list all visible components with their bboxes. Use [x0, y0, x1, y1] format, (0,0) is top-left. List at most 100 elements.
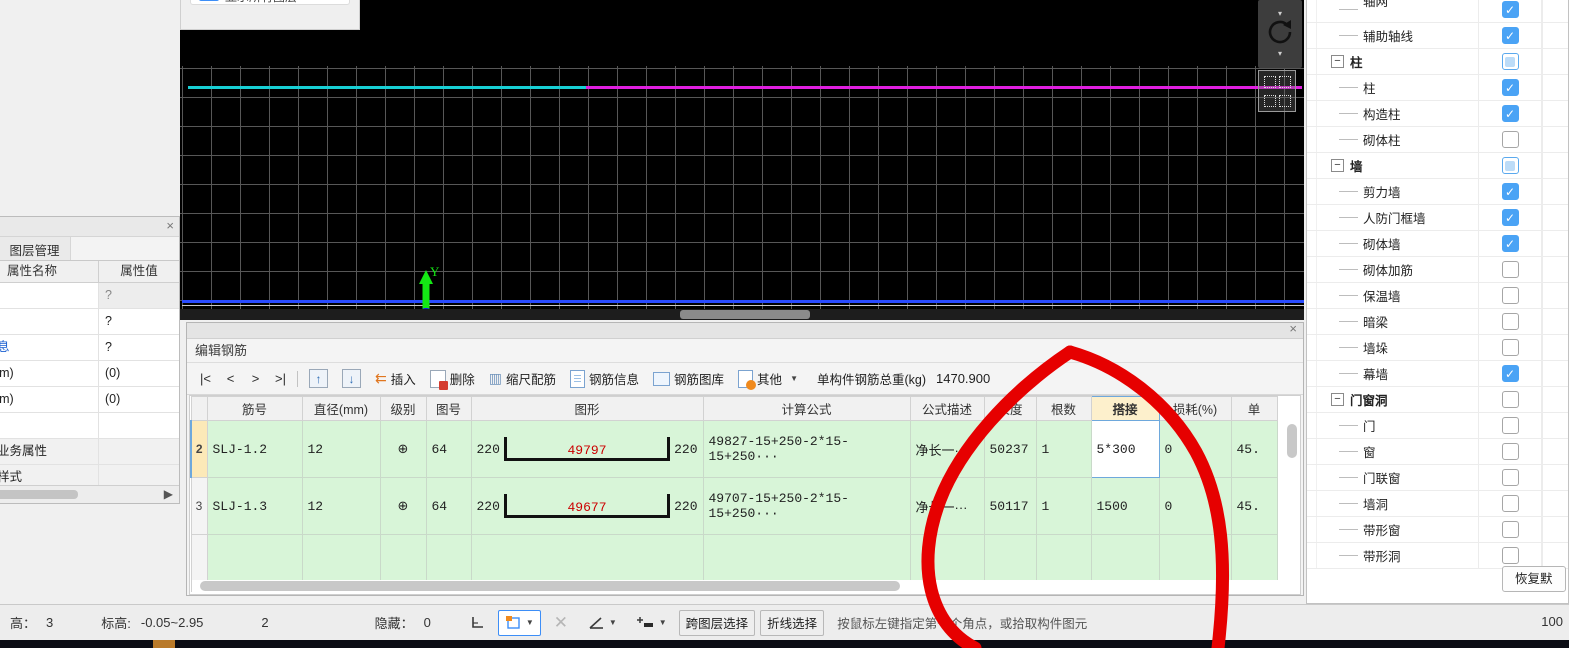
tree-row-item[interactable]: 墙洞: [1307, 491, 1568, 517]
property-row[interactable]: 折(mm) (0): [0, 387, 179, 413]
cell-unit[interactable]: 45.: [1230, 420, 1278, 478]
angle-icon[interactable]: ▼: [581, 610, 624, 636]
canvas-horizontal-scrollbar[interactable]: [180, 309, 1304, 320]
chevron-down-icon[interactable]: ▾: [1278, 50, 1282, 58]
checkbox-off[interactable]: [1501, 339, 1519, 356]
property-value[interactable]: ?: [99, 335, 179, 360]
property-row[interactable]: 注: [0, 413, 179, 439]
checkbox-off[interactable]: [1501, 443, 1519, 460]
column-formula-desc[interactable]: 公式描述: [909, 396, 985, 421]
polyline-select-button[interactable]: 折线选择: [760, 609, 825, 636]
scrollbar-thumb[interactable]: [200, 581, 900, 591]
column-length[interactable]: 长度: [983, 396, 1037, 421]
table-horizontal-scrollbar[interactable]: [192, 580, 1286, 592]
table-row[interactable]: 2 SLJ-1.2 12 ⊕ 64 220 49797 220 49827-15…: [190, 420, 1278, 478]
cell-shape[interactable]: 220 49797 220: [470, 420, 704, 478]
tab-layer-management[interactable]: 图层管理: [0, 237, 71, 260]
cell-formula-desc[interactable]: 净长一···: [909, 477, 985, 535]
checkbox-on[interactable]: ✓: [1501, 105, 1519, 122]
cell-diameter[interactable]: 12: [301, 477, 381, 535]
chevron-right-icon[interactable]: ▶: [164, 487, 173, 501]
cell-lap-input[interactable]: 5*300: [1090, 420, 1160, 478]
edit-rebar-dialog[interactable]: × 编辑钢筋 |< < > >| ↑ ↓ ⇇ 插入 删除 ▥ 缩尺配筋 钢筋信息…: [186, 321, 1304, 596]
checkbox-off[interactable]: [1501, 495, 1519, 512]
layer-visibility-popup[interactable]: 显示所有图层: [180, 0, 360, 30]
cell-grade[interactable]: ⊕: [379, 477, 427, 535]
tree-row-item[interactable]: 墙垛: [1307, 335, 1568, 361]
tree-row-item[interactable]: 窗: [1307, 439, 1568, 465]
move-down-button[interactable]: ↓: [335, 369, 368, 388]
column-diameter[interactable]: 直径(mm): [301, 396, 381, 421]
property-value[interactable]: ?: [99, 283, 179, 308]
tree-row-item[interactable]: 带形窗: [1307, 517, 1568, 543]
rebar-library-button[interactable]: 钢筋图库: [646, 369, 731, 388]
property-row[interactable]: 次 ?: [0, 283, 179, 309]
checkbox-off[interactable]: [1501, 261, 1519, 278]
collapse-icon[interactable]: −: [1331, 55, 1344, 68]
checkbox-off[interactable]: [1501, 417, 1519, 434]
tree-row-item[interactable]: 暗梁: [1307, 309, 1568, 335]
tree-checkbox-cell[interactable]: ✓: [1478, 75, 1542, 100]
cell-drawing-no[interactable]: 64: [425, 420, 472, 478]
tree-checkbox-cell[interactable]: [1478, 153, 1542, 178]
column-drawing-no[interactable]: 图号: [425, 396, 472, 421]
tree-checkbox-cell[interactable]: [1478, 49, 1542, 74]
canvas-rotate-toolbar[interactable]: ▾ ▾: [1258, 0, 1302, 68]
tree-row-item[interactable]: 门: [1307, 413, 1568, 439]
nav-first-button[interactable]: |<: [193, 371, 218, 386]
nav-prev-button[interactable]: <: [218, 371, 243, 386]
tree-row-item[interactable]: 人防门框墙 ✓: [1307, 205, 1568, 231]
property-row[interactable]: ] ?: [0, 309, 179, 335]
chevron-down-icon[interactable]: ▼: [609, 618, 617, 627]
checkbox-on[interactable]: ✓: [1501, 235, 1519, 252]
checkbox-on[interactable]: ✓: [1501, 1, 1519, 18]
tree-checkbox-cell[interactable]: [1478, 257, 1542, 282]
tree-checkbox-cell[interactable]: [1478, 517, 1542, 542]
collapse-icon[interactable]: −: [1331, 393, 1344, 406]
column-lap[interactable]: 搭接: [1090, 396, 1160, 421]
tree-checkbox-cell[interactable]: ✓: [1478, 23, 1542, 48]
tree-checkbox-cell[interactable]: ✓: [1478, 179, 1542, 204]
rebar-table-container[interactable]: 筋号 直径(mm) 级别 图号 图形 计算公式 公式描述 长度 根数 搭接 损耗…: [189, 395, 1301, 595]
horizontal-scrollbar-thumb[interactable]: [0, 490, 78, 499]
tree-checkbox-cell[interactable]: [1478, 127, 1542, 152]
tree-row-group[interactable]: − 柱: [1307, 49, 1568, 75]
rotate-icon[interactable]: [1265, 17, 1295, 51]
cancel-icon[interactable]: ✕: [546, 610, 576, 636]
row-index[interactable]: 2: [190, 420, 208, 478]
tree-row-item[interactable]: 构造柱 ✓: [1307, 101, 1568, 127]
cell-diameter[interactable]: 12: [301, 420, 381, 478]
column-formula[interactable]: 计算公式: [702, 396, 911, 421]
tree-row-item[interactable]: 辅助轴线 ✓: [1307, 23, 1568, 49]
cross-layer-select-button[interactable]: 跨图层选择: [678, 609, 756, 636]
cell-shape[interactable]: 220 49677 220: [470, 477, 704, 535]
tree-row-item[interactable]: 砌体墙 ✓: [1307, 231, 1568, 257]
cell-loss[interactable]: 0: [1158, 420, 1232, 478]
cell-bar-no[interactable]: SLJ-1.3: [206, 477, 303, 535]
close-icon[interactable]: ×: [1289, 321, 1297, 336]
rebar-info-button[interactable]: 钢筋信息: [563, 369, 646, 388]
row-index[interactable]: 3: [190, 477, 208, 535]
column-grade[interactable]: 级别: [379, 396, 427, 421]
table-vertical-scrollbar[interactable]: [1286, 422, 1298, 578]
add-point-icon[interactable]: ▼: [629, 610, 674, 636]
checkbox-on[interactable]: ✓: [1501, 209, 1519, 226]
toggle-switch-icon[interactable]: [199, 0, 219, 1]
scale-rebar-button[interactable]: ▥ 缩尺配筋: [482, 369, 563, 388]
tree-checkbox-cell[interactable]: [1478, 335, 1542, 360]
status-bar[interactable]: 高： 3 标高: -0.05~2.95 2 隐藏： 0 ▼ ✕ ▼ ▼ 跨图层选…: [0, 604, 1569, 640]
cell-formula[interactable]: 49827-15+250-2*15-15+250···: [702, 420, 911, 478]
tree-row-item[interactable]: 门联窗: [1307, 465, 1568, 491]
nav-last-button[interactable]: >|: [268, 371, 293, 386]
cell-grade[interactable]: ⊕: [379, 420, 427, 478]
insert-button[interactable]: ⇇ 插入: [368, 369, 423, 388]
cell-bar-no[interactable]: SLJ-1.2: [206, 420, 303, 478]
chevron-down-icon[interactable]: ▼: [526, 618, 534, 627]
chevron-down-icon[interactable]: ▼: [790, 374, 798, 383]
property-value[interactable]: (0): [99, 361, 179, 386]
property-value[interactable]: (0): [99, 387, 179, 412]
checkbox-partial[interactable]: [1501, 53, 1519, 70]
column-bar-no[interactable]: 筋号: [206, 396, 303, 421]
column-unit[interactable]: 单: [1230, 396, 1278, 421]
property-value[interactable]: ?: [99, 309, 179, 334]
